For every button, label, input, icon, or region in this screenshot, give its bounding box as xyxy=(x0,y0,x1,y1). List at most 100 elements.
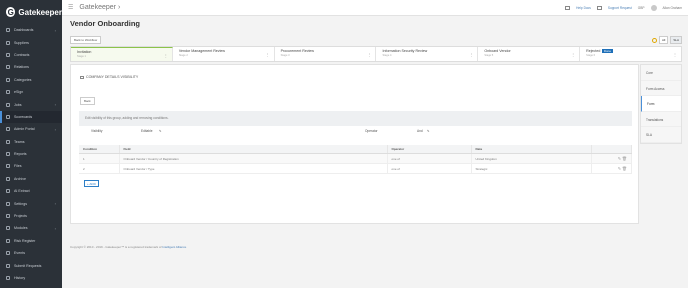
help-link[interactable]: Help Docs xyxy=(576,6,591,10)
sidebar-item-label: eSign xyxy=(14,90,24,95)
sla-pill[interactable]: SLA xyxy=(670,36,682,44)
section-icon xyxy=(80,75,84,79)
sidebar-item-label: Settings xyxy=(14,201,27,206)
avatar[interactable] xyxy=(650,4,657,11)
relations-icon xyxy=(6,65,10,70)
user-name[interactable]: Allan Graham xyxy=(663,6,683,10)
sidebar-item-events[interactable]: Events xyxy=(0,247,62,259)
back-button[interactable]: Back xyxy=(80,97,95,105)
sidebar-item-files[interactable]: Files xyxy=(0,160,62,172)
footer-link[interactable]: Intelligent Alliance xyxy=(162,245,186,249)
sidebar-item-history[interactable]: History xyxy=(0,272,62,284)
sidebar-item-contracts[interactable]: Contracts xyxy=(0,49,62,61)
brand-name: Gatekeeper xyxy=(18,7,62,17)
section-title: COMPANY DETAILS VISIBILITY xyxy=(80,75,138,79)
sidebar-item-esign[interactable]: eSign xyxy=(0,86,62,98)
topbar: ☰ Gatekeeper › Help Docs Support Request… xyxy=(62,0,688,16)
sidebar-item-modules[interactable]: Modules › xyxy=(0,222,62,234)
tab-translations[interactable]: Translations xyxy=(641,111,681,127)
sidebar-nav: Dashboards › Suppliers Contracts Relations Ca… xyxy=(0,24,62,284)
brand[interactable]: G Gatekeeper xyxy=(0,0,62,24)
stage-subtitle: Stage 3 xyxy=(280,54,290,57)
more-icon[interactable]: ⋮ xyxy=(469,52,473,57)
categories-icon xyxy=(6,77,10,82)
sidebar-item-reports[interactable]: Reports xyxy=(0,148,62,160)
sidebar-item-submit-requests[interactable]: Submit Requests xyxy=(0,259,62,271)
stage-6[interactable]: Rejected Done Stage 6 ⋮ xyxy=(580,47,681,61)
stage-1[interactable]: Invitation Stage 1 ⋮ xyxy=(71,47,173,61)
sidebar-item-label: Categories xyxy=(14,77,32,82)
tab-core[interactable]: Core xyxy=(641,65,681,81)
visibility-label: Visibility xyxy=(91,129,103,133)
currency-selector[interactable]: GBP xyxy=(638,6,645,10)
operator-value[interactable]: And xyxy=(417,129,423,133)
more-icon[interactable]: ⋮ xyxy=(673,52,677,57)
more-icon[interactable]: ⋮ xyxy=(164,53,168,58)
col-data: Data xyxy=(471,145,592,154)
submit-icon xyxy=(6,263,10,268)
sidebar-item-label: Contracts xyxy=(14,52,30,57)
sidebar-item-ai-extract[interactable]: AI Extract xyxy=(0,185,62,197)
stage-2[interactable]: Vendor Management Review Stage 2 ⋮ xyxy=(173,47,275,61)
tab-sla[interactable]: SLA xyxy=(641,127,681,143)
files-icon xyxy=(6,164,10,169)
edit-visibility-icon[interactable]: ✎ xyxy=(159,129,162,133)
stage-subtitle: Stage 4 xyxy=(382,54,392,57)
stage-subtitle: Stage 1 xyxy=(77,55,86,58)
add-condition-button[interactable]: + ADD xyxy=(84,180,99,188)
sidebar-item-projects[interactable]: Projects xyxy=(0,210,62,222)
sidebar-item-risk-register[interactable]: Risk Register xyxy=(0,235,62,247)
sidebar-item-categories[interactable]: Categories xyxy=(0,74,62,86)
mail-icon[interactable] xyxy=(565,5,571,10)
sidebar-item-admin-portal[interactable]: Admin Portal › xyxy=(0,123,62,135)
page-title: Vendor Onboarding xyxy=(70,19,141,28)
trash-icon[interactable]: 🗑 xyxy=(622,156,627,161)
trash-icon[interactable]: 🗑 xyxy=(622,166,627,171)
sidebar-item-archive[interactable]: Archive xyxy=(0,173,62,185)
sidebar-item-teams[interactable]: Teams xyxy=(0,136,62,148)
stage-title: Information Security Review xyxy=(382,49,428,53)
info-banner: Edit visibility of this group, adding an… xyxy=(79,111,632,126)
cell-condition: 2 xyxy=(79,163,120,174)
sidebar-item-label: Teams xyxy=(14,139,25,144)
chevron-icon: › xyxy=(54,102,56,108)
stage-3[interactable]: Procurement Review Stage 3 ⋮ xyxy=(275,47,377,61)
stage-5[interactable]: Onboard Vendor Stage 5 ⋮ xyxy=(478,47,581,61)
tab-form[interactable]: Form xyxy=(641,96,681,112)
col-operator: Operator xyxy=(387,145,472,154)
conditions-table: Condition Field Operator Data 1 Onboard V… xyxy=(79,145,632,174)
cell-operator: one of xyxy=(387,163,472,174)
menu-icon[interactable]: ☰ xyxy=(68,4,73,11)
sidebar-item-jobs[interactable]: Jobs › xyxy=(0,98,62,110)
sidebar-item-label: Relations xyxy=(14,65,29,70)
chevron-icon: › xyxy=(54,126,56,132)
suppliers-icon xyxy=(6,40,10,45)
edit-icon[interactable]: ✎ xyxy=(618,166,621,171)
more-icon[interactable]: ⋮ xyxy=(571,52,575,57)
cell-actions: ✎ 🗑 xyxy=(591,153,632,164)
sidebar-item-scorecards[interactable]: Scorecards xyxy=(0,110,62,124)
edit-icon[interactable]: ✎ xyxy=(618,156,621,161)
visibility-value[interactable]: Editable xyxy=(141,129,153,133)
col-condition: Condition xyxy=(79,145,120,154)
jobs-icon xyxy=(6,102,10,107)
all-pill[interactable]: All xyxy=(658,36,669,44)
tab-form-access[interactable]: Form Access xyxy=(641,80,681,96)
stage-4[interactable]: Information Security Review Stage 4 ⋮ xyxy=(376,47,479,61)
stage-title: Vendor Management Review xyxy=(178,49,225,53)
sidebar-item-dashboards[interactable]: Dashboards › xyxy=(0,24,62,36)
risk-icon xyxy=(6,238,10,243)
support-link[interactable]: Support Request xyxy=(608,6,632,10)
sidebar-item-settings[interactable]: Settings › xyxy=(0,197,62,209)
edit-operator-icon[interactable]: ✎ xyxy=(427,129,430,133)
sidebar-item-label: Admin Portal xyxy=(14,127,35,132)
reports-icon xyxy=(6,152,10,157)
cell-condition: 1 xyxy=(79,153,120,164)
more-icon[interactable]: ⋮ xyxy=(266,52,270,57)
sidebar-item-relations[interactable]: Relations xyxy=(0,61,62,73)
col-field: Field xyxy=(119,145,388,154)
app-title[interactable]: Gatekeeper › xyxy=(79,4,120,11)
more-icon[interactable]: ⋮ xyxy=(367,52,371,57)
sidebar-item-suppliers[interactable]: Suppliers xyxy=(0,36,62,48)
back-to-workflow-button[interactable]: Back to Workflow xyxy=(70,36,102,44)
